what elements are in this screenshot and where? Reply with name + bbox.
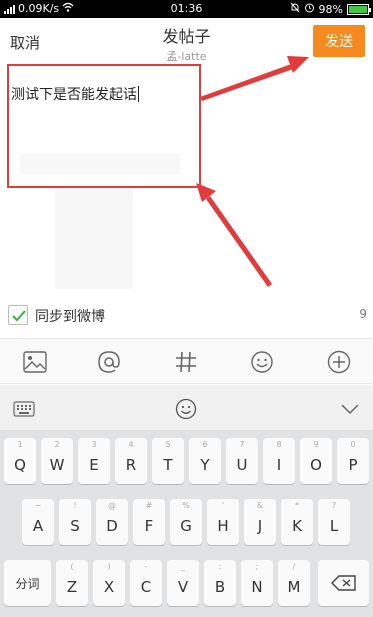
key[interactable]: (Z xyxy=(56,560,88,606)
key[interactable]: ~ A xyxy=(22,499,54,545)
battery-percent: 98% xyxy=(318,2,343,16)
key[interactable]: % G xyxy=(170,499,202,545)
emoji-icon[interactable] xyxy=(174,397,198,421)
key[interactable]: 2W xyxy=(41,438,73,484)
key[interactable]: ) X xyxy=(93,560,125,606)
backspace-key[interactable] xyxy=(318,560,369,606)
sync-weibo-label: 同步到微博 xyxy=(35,309,105,325)
alarm-icon xyxy=(304,2,315,16)
key[interactable]: ' H xyxy=(207,499,239,545)
collapse-icon[interactable] xyxy=(338,397,362,421)
status-bar: 0.09K/s 01:36 98% xyxy=(0,0,373,18)
key[interactable]: ! S xyxy=(59,499,91,545)
key[interactable]: 0P xyxy=(337,438,369,484)
key[interactable]: 3E xyxy=(78,438,110,484)
post-text-input[interactable]: 测试下是否能发起话 xyxy=(11,84,139,104)
attachment-toolbar xyxy=(0,338,373,384)
add-icon[interactable] xyxy=(325,348,353,376)
key[interactable]: 4R xyxy=(115,438,147,484)
key[interactable]: & J xyxy=(244,499,276,545)
key[interactable]: 8I xyxy=(263,438,295,484)
battery-icon xyxy=(347,3,371,15)
sync-weibo-row: 同步到微博 9 xyxy=(0,302,373,330)
annotation-box xyxy=(7,64,201,188)
compose-header: 取消 发帖子 孟-latte 发送 xyxy=(0,18,373,64)
key[interactable]: # F xyxy=(133,499,165,545)
key[interactable]: ; N xyxy=(241,560,273,606)
check-icon xyxy=(12,310,26,322)
sync-weibo-checkbox[interactable] xyxy=(8,305,28,325)
status-right: 98% xyxy=(290,2,371,16)
key[interactable]: / M xyxy=(278,560,310,606)
send-button[interactable]: 发送 xyxy=(313,25,365,57)
key[interactable]: -C xyxy=(130,560,162,606)
text-caret xyxy=(138,86,139,102)
key[interactable]: _ V xyxy=(167,560,199,606)
backspace-icon xyxy=(330,575,356,591)
hashtag-icon[interactable] xyxy=(172,348,200,376)
key[interactable]: 5T xyxy=(152,438,184,484)
mute-icon xyxy=(290,2,300,16)
post-text: 测试下是否能发起话 xyxy=(11,87,137,103)
keyboard-toolbar xyxy=(0,385,373,430)
keyboard: 1Q 2W 3E 4R 5T 6Y 7U 8I 9O 0P ~ A ! S @ D #… xyxy=(0,430,373,617)
mention-icon[interactable] xyxy=(95,348,123,376)
emoji-icon[interactable] xyxy=(248,348,276,376)
key[interactable]: ? L xyxy=(318,499,350,545)
compose-area[interactable]: 测试下是否能发起话 xyxy=(0,64,373,294)
segment-key[interactable]: 分词 xyxy=(4,560,51,606)
key[interactable]: :B xyxy=(204,560,236,606)
keyboard-icon[interactable] xyxy=(12,397,36,421)
image-icon[interactable] xyxy=(21,348,49,376)
key[interactable]: 9O xyxy=(300,438,332,484)
key[interactable]: 1Q xyxy=(4,438,36,484)
key[interactable]: @ D xyxy=(96,499,128,545)
key[interactable]: * K xyxy=(281,499,313,545)
page-title: 发帖子 xyxy=(162,27,211,46)
char-count: 9 xyxy=(359,307,367,321)
key[interactable]: 7U xyxy=(226,438,258,484)
key[interactable]: 6Y xyxy=(189,438,221,484)
background-ghost xyxy=(55,189,133,289)
